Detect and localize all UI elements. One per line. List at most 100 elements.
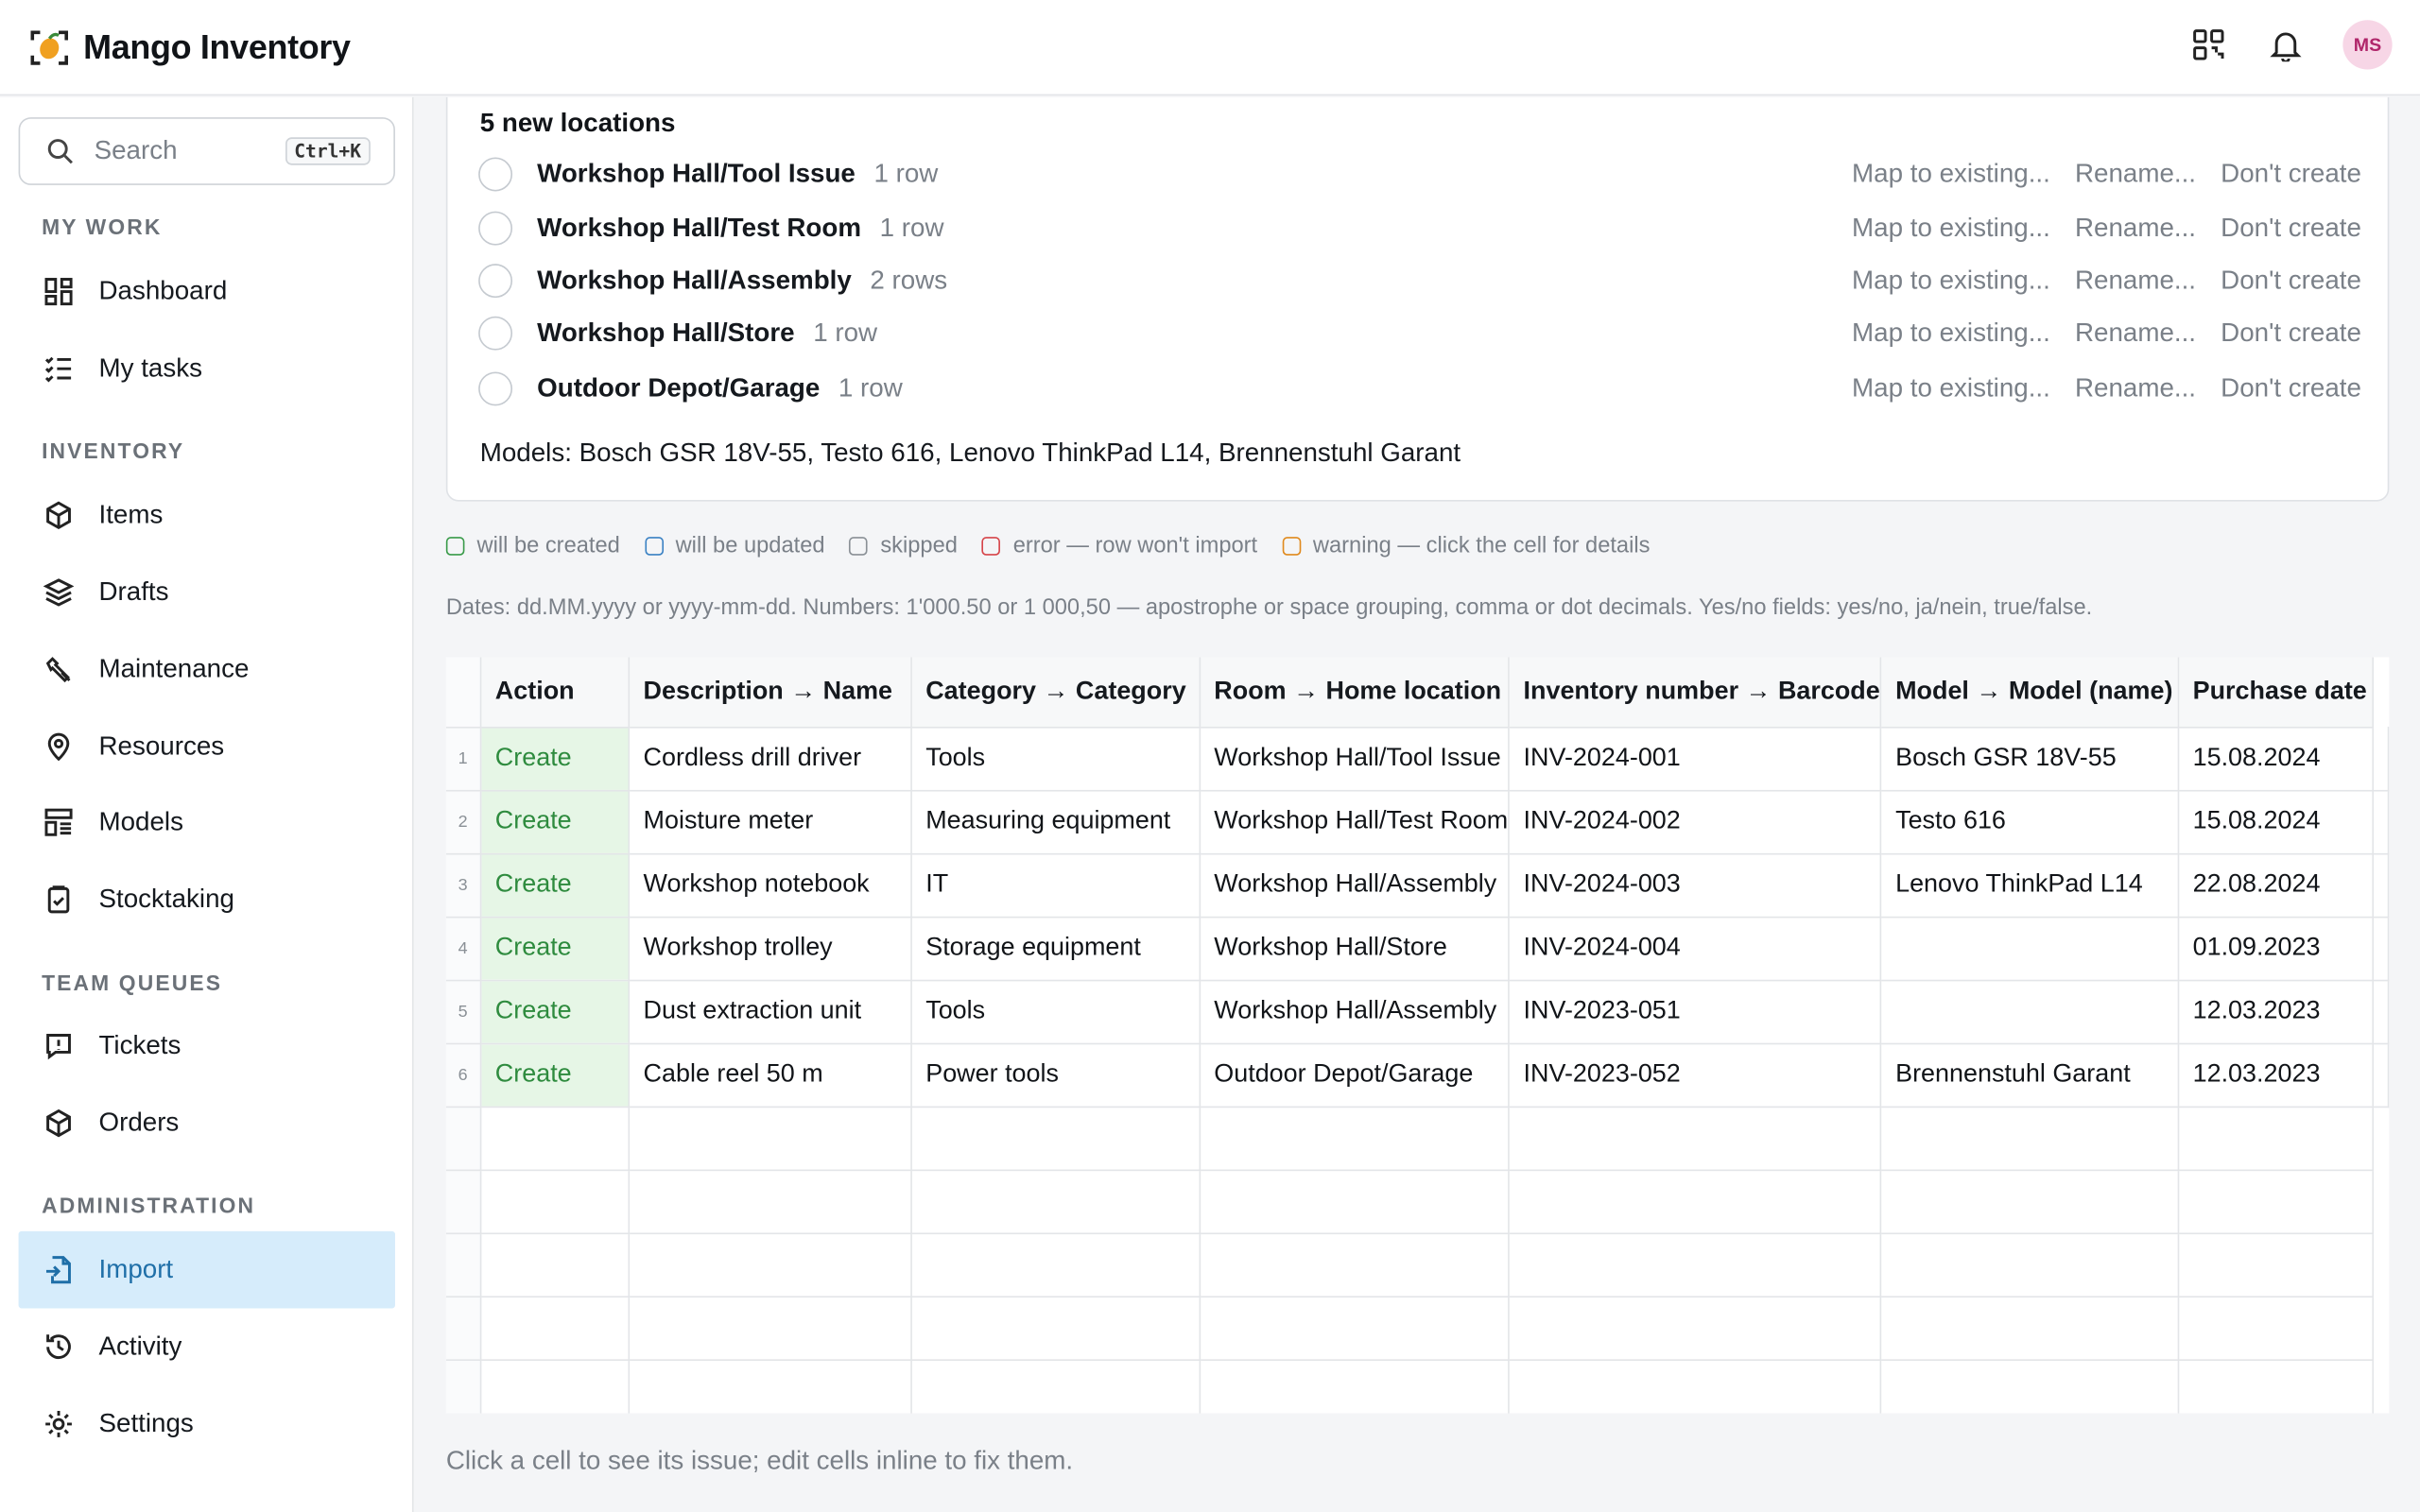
location-checkbox[interactable]	[478, 264, 513, 299]
table-cell[interactable]: Workshop Hall/Test Room	[1199, 789, 1510, 854]
table-cell[interactable]	[2373, 979, 2390, 1044]
avatar[interactable]: MS	[2342, 20, 2393, 70]
table-cell[interactable]	[1199, 1232, 1510, 1297]
qr-code-icon[interactable]	[2188, 25, 2228, 64]
table-cell[interactable]: Workshop Hall/Assembly	[1199, 979, 1510, 1044]
table-cell[interactable]: 12.03.2023	[2178, 979, 2375, 1044]
table-cell[interactable]: Lenovo ThinkPad L14	[1880, 852, 2179, 918]
table-cell[interactable]	[2373, 726, 2390, 791]
map-to-existing-link[interactable]: Map to existing...	[1852, 373, 2050, 404]
bell-icon[interactable]	[2266, 25, 2306, 64]
rename-link[interactable]: Rename...	[2075, 318, 2196, 349]
table-cell[interactable]	[1509, 1232, 1882, 1297]
table-cell[interactable]	[480, 1232, 630, 1297]
table-cell[interactable]	[1509, 1106, 1882, 1171]
table-cell[interactable]: INV-2024-004	[1509, 916, 1882, 981]
table-cell[interactable]	[910, 1106, 1201, 1171]
action-cell[interactable]: Create	[480, 979, 630, 1044]
sidebar-item-activity[interactable]: Activity	[19, 1308, 395, 1385]
dont-create-link[interactable]: Don't create	[2221, 318, 2361, 349]
rename-link[interactable]: Rename...	[2075, 373, 2196, 404]
table-cell[interactable]: Outdoor Depot/Garage	[1199, 1042, 1510, 1108]
table-cell[interactable]: IT	[910, 852, 1201, 918]
sidebar-item-maintenance[interactable]: Maintenance	[19, 631, 395, 709]
table-cell[interactable]: INV-2023-052	[1509, 1042, 1882, 1108]
sidebar-item-resources[interactable]: Resources	[19, 708, 395, 785]
table-cell[interactable]: Workshop Hall/Tool Issue	[1199, 726, 1510, 791]
table-cell[interactable]	[1880, 916, 2179, 981]
table-cell[interactable]: INV-2023-051	[1509, 979, 1882, 1044]
table-cell[interactable]	[2373, 789, 2390, 854]
action-cell[interactable]: Create	[480, 916, 630, 981]
table-cell[interactable]	[2178, 1106, 2375, 1171]
column-header[interactable]: Purchase date	[2178, 657, 2375, 728]
table-cell[interactable]	[480, 1106, 630, 1171]
table-cell[interactable]: INV-2024-001	[1509, 726, 1882, 791]
sidebar-item-items[interactable]: Items	[19, 476, 395, 554]
table-cell[interactable]: Workshop Hall/Store	[1199, 916, 1510, 981]
map-to-existing-link[interactable]: Map to existing...	[1852, 213, 2050, 244]
action-cell[interactable]: Create	[480, 1042, 630, 1108]
sidebar-item-settings[interactable]: Settings	[19, 1385, 395, 1463]
action-cell[interactable]: Create	[480, 852, 630, 918]
table-cell[interactable]	[1880, 1296, 2179, 1361]
dont-create-link[interactable]: Don't create	[2221, 159, 2361, 190]
sidebar-item-stocktaking[interactable]: Stocktaking	[19, 861, 395, 938]
table-cell[interactable]: 12.03.2023	[2178, 1042, 2375, 1108]
action-cell[interactable]: Create	[480, 789, 630, 854]
search-input[interactable]: Search Ctrl+K	[18, 117, 395, 185]
table-cell[interactable]	[1509, 1169, 1882, 1234]
table-cell[interactable]	[1509, 1296, 1882, 1361]
action-cell[interactable]: Create	[480, 726, 630, 791]
table-cell[interactable]: Tools	[910, 726, 1201, 791]
table-cell[interactable]	[629, 1169, 912, 1234]
table-cell[interactable]	[1880, 1106, 2179, 1171]
table-cell[interactable]	[1199, 1296, 1510, 1361]
table-cell[interactable]	[480, 1169, 630, 1234]
table-cell[interactable]	[910, 1359, 1201, 1414]
table-cell[interactable]: Power tools	[910, 1042, 1201, 1108]
rename-link[interactable]: Rename...	[2075, 159, 2196, 190]
table-cell[interactable]: 22.08.2024	[2178, 852, 2375, 918]
table-cell[interactable]: Moisture meter	[629, 789, 912, 854]
table-cell[interactable]	[1880, 1169, 2179, 1234]
table-cell[interactable]: 15.08.2024	[2178, 789, 2375, 854]
table-cell[interactable]	[1880, 979, 2179, 1044]
table-cell[interactable]: Workshop trolley	[629, 916, 912, 981]
table-cell[interactable]: 01.09.2023	[2178, 916, 2375, 981]
location-checkbox[interactable]	[478, 316, 513, 351]
dont-create-link[interactable]: Don't create	[2221, 213, 2361, 244]
table-cell[interactable]	[1880, 1232, 2179, 1297]
table-cell[interactable]	[629, 1106, 912, 1171]
map-to-existing-link[interactable]: Map to existing...	[1852, 318, 2050, 349]
table-cell[interactable]	[1199, 1169, 1510, 1234]
sidebar-item-drafts[interactable]: Drafts	[19, 554, 395, 631]
table-cell[interactable]: INV-2024-002	[1509, 789, 1882, 854]
table-cell[interactable]	[1199, 1106, 1510, 1171]
table-cell[interactable]	[2178, 1232, 2375, 1297]
table-cell[interactable]	[2178, 1169, 2375, 1234]
sidebar-item-orders[interactable]: Orders	[19, 1085, 395, 1162]
table-cell[interactable]	[629, 1232, 912, 1297]
column-header[interactable]: Action	[480, 657, 630, 728]
table-cell[interactable]: Brennenstuhl Garant	[1880, 1042, 2179, 1108]
column-header[interactable]: Room → Home location	[1199, 657, 1510, 728]
table-cell[interactable]	[2373, 1042, 2390, 1108]
column-header[interactable]: Model → Model (name)	[1880, 657, 2179, 728]
sidebar-item-models[interactable]: Models	[19, 783, 395, 861]
brand[interactable]: Mango Inventory	[29, 27, 351, 67]
table-cell[interactable]: Cable reel 50 m	[629, 1042, 912, 1108]
map-to-existing-link[interactable]: Map to existing...	[1852, 159, 2050, 190]
table-cell[interactable]	[1199, 1359, 1510, 1414]
location-checkbox[interactable]	[478, 157, 513, 192]
table-cell[interactable]	[2373, 916, 2390, 981]
table-cell[interactable]	[480, 1296, 630, 1361]
rename-link[interactable]: Rename...	[2075, 266, 2196, 297]
table-cell[interactable]	[480, 1359, 630, 1414]
table-cell[interactable]: Storage equipment	[910, 916, 1201, 981]
table-cell[interactable]: Measuring equipment	[910, 789, 1201, 854]
table-cell[interactable]: Workshop Hall/Assembly	[1199, 852, 1510, 918]
location-checkbox[interactable]	[478, 371, 513, 406]
table-cell[interactable]	[2178, 1296, 2375, 1361]
table-cell[interactable]: Workshop notebook	[629, 852, 912, 918]
